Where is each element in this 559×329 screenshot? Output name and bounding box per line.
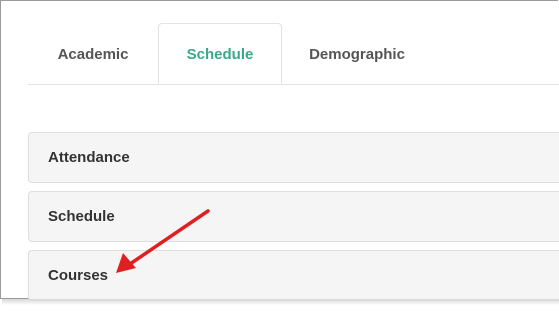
accordion-courses[interactable]: Courses <box>28 250 559 301</box>
tab-label: Schedule <box>186 45 254 63</box>
tabs-divider <box>28 84 559 85</box>
tab-label: Demographic <box>309 45 405 63</box>
tab-demographic[interactable]: Demographic <box>282 23 432 85</box>
panel-label: Attendance <box>48 149 130 166</box>
page-frame: Academic Schedule Demographic Attendance… <box>0 0 559 301</box>
panel-label: Schedule <box>48 208 115 225</box>
panel-label: Courses <box>48 267 109 284</box>
accordion-attendance[interactable]: Attendance <box>28 132 559 183</box>
frame-shadow <box>2 299 559 305</box>
tab-label: Academic <box>57 45 129 63</box>
tab-schedule[interactable]: Schedule <box>158 23 282 85</box>
accordion-schedule[interactable]: Schedule <box>28 191 559 242</box>
tab-academic[interactable]: Academic <box>28 23 158 85</box>
